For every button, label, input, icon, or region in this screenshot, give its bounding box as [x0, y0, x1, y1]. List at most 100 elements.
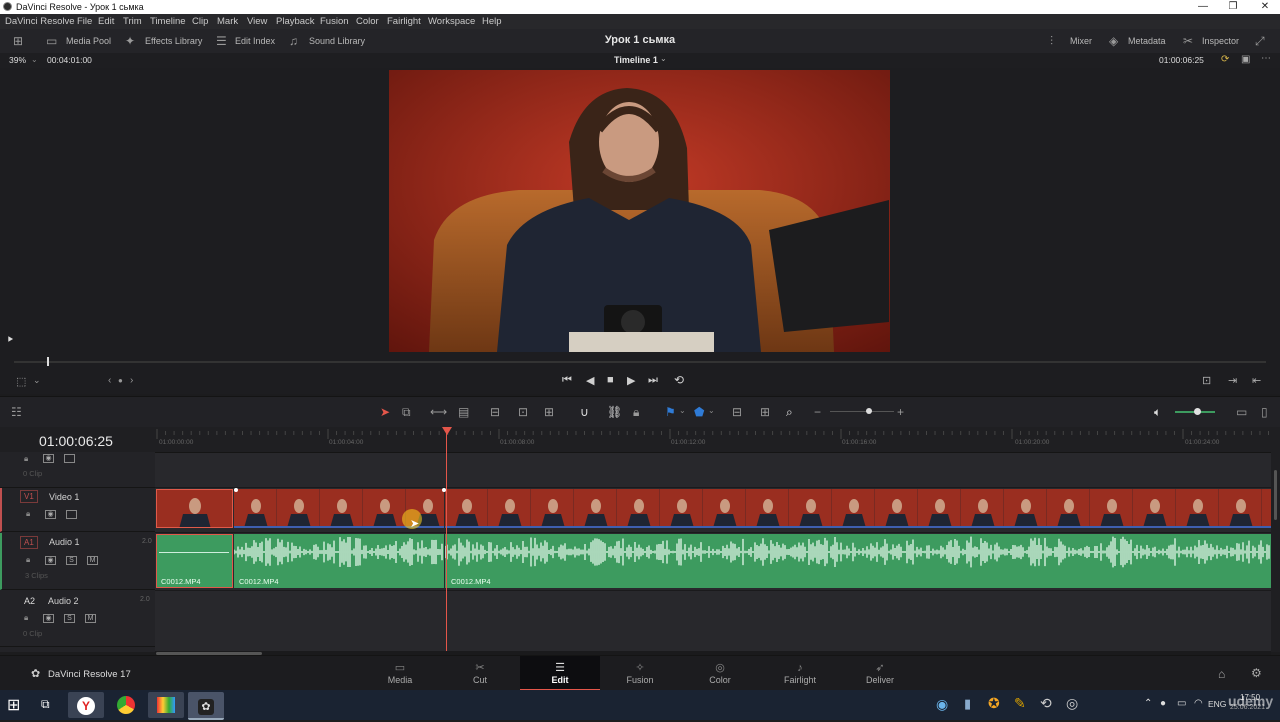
- maximize-icon[interactable]: ❐: [1218, 0, 1248, 14]
- volume-icon[interactable]: 🔈︎: [1154, 405, 1161, 420]
- viewer-layout-icon[interactable]: ⬚: [16, 375, 26, 388]
- go-to-start-icon[interactable]: ⏮: [562, 374, 572, 387]
- mute-button[interactable]: M: [87, 556, 98, 565]
- linked-selection-icon[interactable]: ⛓: [607, 405, 622, 419]
- scrubber-playhead[interactable]: [47, 357, 49, 366]
- menu-color[interactable]: Color: [356, 16, 379, 27]
- marker-icon[interactable]: ⬟: [694, 405, 704, 419]
- enable-track-icon[interactable]: [66, 510, 77, 519]
- menu-timeline[interactable]: Timeline: [150, 16, 186, 27]
- tray-blender-icon[interactable]: ✪: [988, 695, 1000, 712]
- zoom-in-icon[interactable]: +: [897, 405, 904, 419]
- tray-network-icon[interactable]: ▭: [1177, 698, 1186, 709]
- video-clip-3[interactable]: [445, 489, 1271, 528]
- menu-trim[interactable]: Trim: [123, 16, 142, 27]
- nav-next-icon[interactable]: ›: [130, 375, 133, 386]
- playhead-handle[interactable]: [442, 427, 452, 435]
- match-frame-icon[interactable]: ⊡: [1202, 374, 1211, 387]
- mixer-button[interactable]: Mixer: [1070, 36, 1092, 46]
- trim-tool-icon[interactable]: ⧉: [402, 405, 411, 420]
- flag-icon[interactable]: ⚑: [665, 405, 676, 419]
- edit-point[interactable]: [234, 488, 238, 492]
- play-reverse-icon[interactable]: ◀: [586, 374, 594, 387]
- menu-workspace[interactable]: Workspace: [428, 16, 475, 27]
- auto-select-icon[interactable]: ◉: [45, 510, 56, 519]
- lock-icon[interactable]: 🔒︎: [24, 454, 28, 464]
- tab-cut[interactable]: ✂ Cut: [440, 656, 520, 691]
- marker-chevron-icon[interactable]: ⌄: [708, 406, 715, 415]
- menu-davinci-resolve[interactable]: DaVinci Resolve: [5, 16, 75, 27]
- tray-cloud-icon[interactable]: ▮: [964, 696, 971, 712]
- zoom-full-icon[interactable]: ⊟: [732, 405, 742, 419]
- solo-button[interactable]: S: [64, 614, 75, 623]
- task-view-icon[interactable]: ⧉: [41, 697, 50, 712]
- go-to-end-icon[interactable]: ⏭: [648, 374, 658, 387]
- zoom-custom-icon[interactable]: ⌕: [786, 405, 793, 420]
- track-badge-a1[interactable]: A1: [20, 536, 38, 549]
- overwrite-clip-icon[interactable]: ⊡: [518, 405, 528, 419]
- track-badge-a2[interactable]: A2: [24, 596, 35, 606]
- settings-icon[interactable]: ⚙: [1251, 666, 1262, 680]
- replace-clip-icon[interactable]: ⊞: [544, 405, 554, 419]
- zoom-level[interactable]: 39%: [9, 55, 26, 65]
- viewer-scrubber[interactable]: [14, 361, 1266, 363]
- nav-dot-icon[interactable]: ●: [118, 376, 123, 385]
- insert-clip-icon[interactable]: ⊟: [490, 405, 500, 419]
- tray-wifi-icon[interactable]: ◠: [1194, 698, 1203, 709]
- audio-clip-3[interactable]: C0012.MP4: [445, 534, 1271, 588]
- menu-mark[interactable]: Mark: [217, 16, 238, 27]
- zoom-out-icon[interactable]: −: [814, 405, 821, 419]
- inspector-icon[interactable]: ✂: [1183, 34, 1193, 48]
- menu-file[interactable]: File: [77, 16, 92, 27]
- dual-viewer-icon[interactable]: ▣: [1241, 54, 1250, 65]
- track-name-a1[interactable]: Audio 1: [49, 537, 80, 547]
- tray-eye-icon[interactable]: ◎: [1066, 695, 1078, 712]
- tray-up-icon[interactable]: ⌃: [1144, 698, 1152, 709]
- menu-clip[interactable]: Clip: [192, 16, 208, 27]
- metadata-button[interactable]: Metadata: [1128, 36, 1166, 46]
- tab-media[interactable]: ▭ Media: [360, 656, 440, 691]
- close-icon[interactable]: ✕: [1250, 0, 1280, 14]
- tray-language[interactable]: ENG: [1208, 699, 1226, 709]
- menu-fusion[interactable]: Fusion: [320, 16, 349, 27]
- track-badge-v1[interactable]: V1: [20, 490, 38, 503]
- volume-handle[interactable]: [1194, 408, 1201, 415]
- tray-app-icon[interactable]: ◉: [936, 696, 948, 713]
- audio-meter-icon[interactable]: ▭: [1236, 405, 1247, 419]
- tray-tool-icon[interactable]: ✎: [1014, 695, 1026, 712]
- selection-tool-icon[interactable]: ➤: [380, 405, 390, 419]
- menu-help[interactable]: Help: [482, 16, 502, 27]
- zoom-slider[interactable]: [830, 411, 894, 412]
- timeline-name-dropdown[interactable]: Timeline 1: [614, 55, 658, 65]
- tray-mic-icon[interactable]: ●: [1160, 698, 1166, 709]
- mute-button[interactable]: M: [85, 614, 96, 623]
- expand-icon[interactable]: ⤢: [1255, 34, 1265, 49]
- video-clip-1[interactable]: [156, 489, 233, 528]
- inspector-button[interactable]: Inspector: [1202, 36, 1239, 46]
- track-name-v1[interactable]: Video 1: [49, 492, 79, 502]
- blade-tool-icon[interactable]: ▤: [458, 405, 469, 419]
- metadata-icon[interactable]: ◈: [1109, 34, 1118, 48]
- video-frame[interactable]: [389, 70, 890, 352]
- stop-icon[interactable]: ■: [607, 374, 614, 386]
- play-icon[interactable]: ▶: [627, 374, 635, 387]
- tab-fairlight[interactable]: ♪ Fairlight: [760, 656, 840, 691]
- mixer-icon[interactable]: ⫶: [1050, 34, 1053, 49]
- windows-start-icon[interactable]: ⊞: [7, 695, 20, 715]
- prev-edit-icon[interactable]: ⇤: [1252, 374, 1261, 387]
- solo-button[interactable]: S: [66, 556, 77, 565]
- nav-prev-icon[interactable]: ‹: [108, 375, 111, 386]
- davinci-resolve-taskbar-icon[interactable]: ✿: [188, 692, 224, 720]
- auto-select-icon[interactable]: ◉: [43, 614, 54, 623]
- auto-select-icon[interactable]: ◉: [45, 556, 56, 565]
- lock-icon[interactable]: 🔒︎: [24, 613, 28, 623]
- timeline-chevron-icon[interactable]: ⌄: [660, 54, 667, 63]
- audio-clip-1[interactable]: C0012.MP4: [156, 534, 233, 588]
- more-options-icon[interactable]: ⋯: [1261, 53, 1271, 64]
- play-mode-icon[interactable]: ⯈: [6, 335, 14, 346]
- zoom-slider-handle[interactable]: [866, 408, 872, 414]
- yandex-browser-icon[interactable]: Y: [68, 692, 104, 718]
- tab-deliver[interactable]: ➶ Deliver: [840, 656, 920, 691]
- enable-track-icon[interactable]: [64, 454, 75, 463]
- position-lock-icon[interactable]: 🔒︎: [633, 405, 639, 420]
